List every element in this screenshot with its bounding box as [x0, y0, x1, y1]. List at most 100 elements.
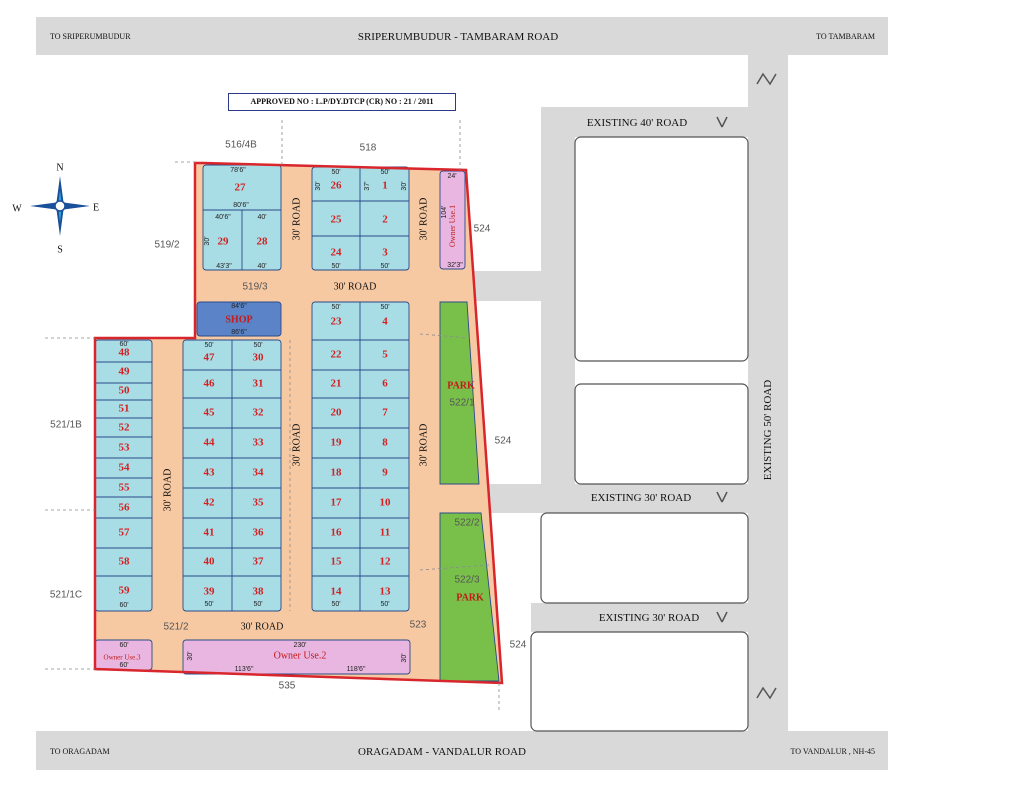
plot-number: 48 — [119, 347, 131, 359]
plot-number: 30 — [253, 352, 265, 364]
dim-label: 24' — [447, 173, 456, 180]
survey-521-1b: 521/1B — [50, 420, 82, 431]
plot-number: 8 — [382, 437, 388, 449]
dim-label: 78'6" — [230, 167, 246, 174]
plot-number: 41 — [204, 527, 215, 539]
plot-number: 1 — [382, 180, 388, 192]
plot-number: 52 — [119, 422, 131, 434]
dim-label: 118'6" — [347, 666, 366, 673]
plot-number: 11 — [380, 527, 390, 539]
plot-number: 15 — [331, 556, 343, 568]
dim-label: 50' — [380, 169, 389, 176]
plot-number: 38 — [253, 586, 265, 598]
plot-number: 19 — [331, 437, 343, 449]
existing-40-road-label: EXISTING 40' ROAD — [587, 117, 687, 129]
plot-number: 27 — [235, 182, 247, 194]
survey-519-3: 519/3 — [242, 282, 267, 293]
dim-label: 30' — [204, 236, 211, 245]
dim-label: 30' — [401, 653, 408, 662]
survey-522-1: 522/1 — [449, 398, 474, 409]
dim-label: 50' — [331, 169, 340, 176]
park-label-lower: PARK — [456, 592, 484, 603]
dim-label: 104' — [441, 205, 448, 218]
plot-number: 35 — [253, 497, 265, 509]
road-label: 30' ROAD — [162, 469, 173, 512]
survey-516: 516/4B — [225, 140, 257, 151]
dim-label: 230' — [293, 642, 306, 649]
dim-label: 30' — [315, 181, 322, 190]
dim-label: 84'6" — [231, 303, 247, 310]
dim-label: 113'6" — [235, 666, 254, 673]
plot-number: 47 — [204, 352, 216, 364]
shop-label: SHOP — [225, 314, 252, 325]
owner-use-3-label: Owner Use.3 — [104, 654, 141, 662]
dim-label: 50' — [331, 263, 340, 270]
dim-label: 30' — [401, 181, 408, 190]
road-label: 30' ROAD — [418, 424, 429, 467]
plot-number: 39 — [204, 586, 216, 598]
compass-e: E — [93, 202, 99, 213]
plot-number: 12 — [380, 556, 392, 568]
plot-number: 55 — [119, 482, 131, 494]
compass-n: N — [56, 162, 63, 173]
compass-w: W — [12, 203, 22, 214]
plot-number: 17 — [331, 497, 343, 509]
plot-number: 56 — [119, 502, 131, 514]
survey-522-3: 522/3 — [454, 575, 479, 586]
plot-number: 59 — [119, 585, 131, 597]
bottom-main-road-label: ORAGADAM - VANDALUR ROAD — [358, 746, 526, 758]
plot-number: 20 — [331, 407, 343, 419]
road-label: 30' ROAD — [418, 198, 429, 241]
plot-number: 26 — [331, 180, 343, 192]
existing-50-road-label: EXISTING 50' ROAD — [762, 380, 774, 480]
plot-number: 2 — [382, 214, 388, 226]
survey-535: 535 — [279, 681, 296, 692]
dim-label: 50' — [253, 342, 262, 349]
plot-number: 50 — [119, 385, 131, 397]
existing-30-road-lower-label: EXISTING 30' ROAD — [599, 612, 699, 624]
plot-number: 10 — [380, 497, 392, 509]
survey-519-2: 519/2 — [154, 240, 179, 251]
road-label: 30' ROAD — [334, 281, 377, 292]
dim-label: 50' — [253, 601, 262, 608]
dim-label: 60' — [119, 602, 128, 609]
plot-number: 23 — [331, 316, 343, 328]
plot-number: 53 — [119, 442, 131, 454]
dim-label: 32'3" — [447, 262, 463, 269]
survey-524: 524 — [495, 436, 512, 447]
plot-number: 4 — [382, 316, 388, 328]
dim-label: 80'6" — [233, 202, 249, 209]
top-main-road-label: SRIPERUMBUDUR - TAMBARAM ROAD — [358, 31, 558, 43]
plot-number: 16 — [331, 527, 343, 539]
survey-522-2: 522/2 — [454, 518, 479, 529]
to-oragadam-label: TO ORAGADAM — [50, 747, 110, 756]
survey-521-2: 521/2 — [163, 622, 188, 633]
dim-label: 60' — [119, 642, 128, 649]
plot-number: 7 — [382, 407, 388, 419]
plot-number: 25 — [331, 214, 343, 226]
plot-number: 54 — [119, 462, 131, 474]
dim-label: 60' — [119, 341, 128, 348]
to-vandalur-label: TO VANDALUR , NH-45 — [791, 747, 875, 756]
plot-number: 9 — [382, 467, 388, 479]
plot-number: 42 — [204, 497, 216, 509]
map-labels: TO SRIPERUMBUDUR SRIPERUMBUDUR - TAMBARA… — [12, 31, 875, 758]
plot-number: 3 — [382, 247, 388, 259]
dim-label: 50' — [380, 601, 389, 608]
plot-number: 28 — [257, 236, 269, 248]
dim-label: 50' — [380, 263, 389, 270]
dim-label: 40' — [257, 214, 266, 221]
plot-number: 49 — [119, 366, 131, 378]
dim-label: 43'3" — [216, 263, 232, 270]
dim-label: 37' — [364, 181, 371, 190]
plot-number: 31 — [253, 378, 264, 390]
plot-number: 13 — [380, 586, 392, 598]
dim-label: 50' — [204, 601, 213, 608]
road-label: 30' ROAD — [291, 424, 302, 467]
compass-s: S — [57, 244, 63, 255]
plot-number: 22 — [331, 349, 343, 361]
plot-number: 14 — [331, 586, 343, 598]
approval-number-box: APPROVED NO : L.P/DY.DTCP (CR) NO : 21 /… — [228, 93, 456, 111]
plot-number: 40 — [204, 556, 216, 568]
to-sriperumbudur-label: TO SRIPERUMBUDUR — [50, 32, 131, 41]
